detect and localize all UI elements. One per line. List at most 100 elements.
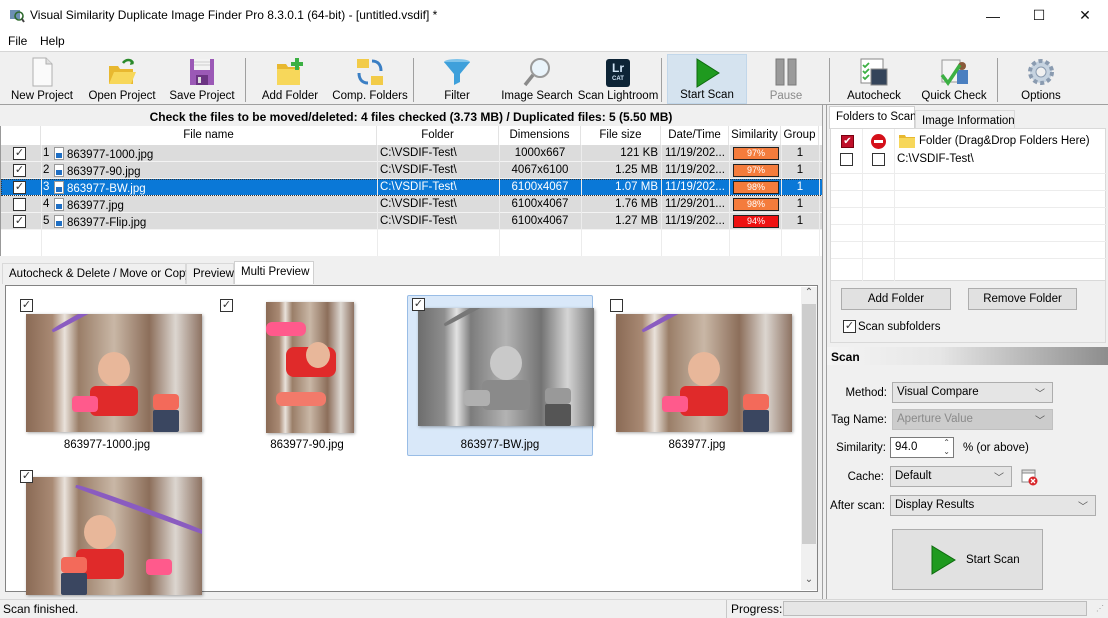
method-select[interactable]: Visual Compare ﹀ (892, 382, 1053, 403)
file-name-cell: 863977-90.jpg (54, 162, 374, 179)
folder-include-checkbox[interactable] (840, 153, 853, 166)
column-header-folder[interactable]: Folder (377, 126, 499, 145)
row-checkbox[interactable]: ✓ (13, 147, 26, 160)
row-checkbox[interactable]: ✓ (13, 181, 26, 194)
column-header-check[interactable] (1, 126, 41, 145)
column-header-dimensions[interactable]: Dimensions (499, 126, 581, 145)
table-row[interactable]: ✓ 3 863977-BW.jpg C:\VSDIF-Test\ 6100x4067 1.… (1, 179, 823, 196)
row-checkbox[interactable]: ✓ (13, 215, 26, 228)
column-header-file-name[interactable]: File name (41, 126, 377, 145)
table-row[interactable]: 4 863977.jpg C:\VSDIF-Test\ 6100x4067 1.76 M… (1, 196, 823, 213)
group-cell: 1 (796, 215, 804, 227)
tab-autocheck-delete[interactable]: Autocheck & Delete / Move or Copy (2, 263, 191, 284)
autocheck-button[interactable]: Autocheck (840, 54, 908, 104)
similarity-label: Similarity: (836, 442, 886, 454)
chevron-down-icon: ﹀ (1078, 502, 1088, 513)
minimize-button[interactable]: — (970, 0, 1016, 31)
folder-path[interactable]: C:\VSDIF-Test\ (897, 153, 974, 165)
group-cell: 1 (796, 164, 804, 176)
row-checkbox[interactable] (13, 198, 26, 211)
scroll-up-arrow-icon[interactable]: ⌃ (801, 287, 817, 303)
folder-cell: C:\VSDIF-Test\ (380, 181, 457, 193)
open-project-button[interactable]: Open Project (86, 54, 158, 104)
similarity-bar: 94% (733, 215, 779, 228)
quick-check-button[interactable]: Quick Check (918, 54, 990, 104)
thumbnail[interactable]: ✓ (12, 465, 202, 595)
start-scan-toolbar-button[interactable]: Start Scan (667, 54, 747, 104)
tab-preview[interactable]: Preview (186, 263, 234, 284)
results-table: File name Folder Dimensions File size Da… (0, 126, 823, 256)
add-folder-button[interactable]: Add Folder (256, 54, 324, 104)
date-cell: 11/19/202... (665, 181, 725, 193)
gear-icon (1028, 59, 1054, 85)
table-row[interactable]: ✓ 1 863977-1000.jpg C:\VSDIF-Test\ 1000x667 1… (1, 145, 823, 162)
thumbnail-checkbox[interactable] (610, 299, 623, 312)
add-folder-icon (277, 58, 303, 85)
resize-grip-icon[interactable]: ⋰ (1096, 604, 1104, 613)
after-scan-select[interactable]: Display Results ﹀ (890, 495, 1096, 516)
cache-label: Cache: (847, 471, 884, 483)
close-button[interactable]: ✕ (1062, 0, 1108, 31)
similarity-bar: 98% (733, 181, 779, 194)
table-row[interactable]: ✓ 5 863977-Flip.jpg C:\VSDIF-Test\ 6100x4067… (1, 213, 823, 230)
row-checkbox[interactable]: ✓ (13, 164, 26, 177)
spinner-arrows-icon[interactable]: ⌃ ⌄ (943, 438, 950, 456)
scroll-thumb[interactable] (802, 304, 816, 544)
remove-folder-button[interactable]: Remove Folder (968, 288, 1077, 310)
tab-multi-preview[interactable]: Multi Preview (234, 261, 314, 284)
save-project-button[interactable]: Save Project (166, 54, 238, 104)
thumbnail-checkbox[interactable]: ✓ (412, 298, 425, 311)
filter-button[interactable]: Filter (428, 54, 486, 104)
thumbnail-checkbox[interactable]: ✓ (20, 299, 33, 312)
thumbnail[interactable]: ✓ 863977-90.jpg (212, 294, 402, 458)
similarity-bar: 97% (733, 147, 779, 160)
start-scan-button[interactable]: Start Scan (892, 529, 1043, 590)
cache-select[interactable]: Default ﹀ (890, 466, 1012, 487)
similarity-spinner[interactable]: 94.0 ⌃ ⌄ (890, 437, 954, 458)
folder-exclude-checkbox[interactable] (872, 153, 885, 166)
thumbnail-checkbox[interactable]: ✓ (220, 299, 233, 312)
add-folder-button-panel[interactable]: Add Folder (841, 288, 951, 310)
compare-folders-icon (357, 59, 383, 85)
thumbnail-image (26, 477, 202, 595)
menu-help[interactable]: Help (40, 34, 65, 48)
compare-folders-button[interactable]: Comp. Folders (332, 54, 408, 104)
folder-cell: C:\VSDIF-Test\ (380, 147, 457, 159)
thumbnail[interactable]: ✓ 863977-1000.jpg (12, 294, 202, 458)
maximize-button[interactable]: ☐ (1016, 0, 1062, 31)
exclude-icon[interactable] (871, 134, 886, 149)
column-header-group[interactable]: Group (781, 126, 819, 145)
column-header-similarity[interactable]: Similarity (729, 126, 781, 145)
scan-lightroom-button[interactable]: Lr CAT Scan Lightroom (578, 54, 658, 104)
tab-folders-to-scan[interactable]: Folders to Scan (829, 106, 917, 129)
thumbnail-caption: 863977-90.jpg (270, 439, 344, 451)
clear-cache-icon[interactable] (1021, 468, 1039, 486)
table-row[interactable]: ✓ 2 863977-90.jpg C:\VSDIF-Test\ 4067x6100 1.… (1, 162, 823, 179)
tag-name-select[interactable]: Aperture Value ﹀ (892, 409, 1053, 430)
minimize-icon: — (986, 7, 1000, 24)
thumbnail[interactable]: 863977.jpg (602, 294, 792, 458)
column-header-file-size[interactable]: File size (581, 126, 661, 145)
file-size-cell: 1.07 MB (615, 181, 658, 193)
toolbar-separator (997, 58, 998, 102)
quick-check-icon (940, 59, 968, 87)
options-button[interactable]: Options (1010, 54, 1072, 104)
chevron-down-icon: ﹀ (1035, 416, 1045, 427)
column-header-date[interactable]: Date/Time (661, 126, 729, 145)
file-size-cell: 1.25 MB (615, 164, 658, 176)
tab-image-information[interactable]: Image Information (915, 110, 1015, 129)
thumbnail[interactable]: ✓ 863977-BW.jpg (407, 295, 594, 456)
chevron-down-icon: ﹀ (1035, 389, 1045, 400)
preview-scrollbar[interactable]: ⌃ ⌄ (801, 287, 817, 590)
include-all-checkbox-icon[interactable]: ✔ (841, 135, 854, 148)
pause-button[interactable]: Pause (755, 54, 817, 104)
image-file-icon (54, 198, 64, 211)
scan-subfolders-checkbox[interactable]: ✓ (843, 320, 856, 333)
thumbnail-checkbox[interactable]: ✓ (20, 470, 33, 483)
window-title: Visual Similarity Duplicate Image Finder… (30, 8, 438, 22)
image-search-button[interactable]: Image Search (500, 54, 574, 104)
scroll-down-arrow-icon[interactable]: ⌄ (801, 574, 817, 590)
new-project-button[interactable]: New Project (6, 54, 78, 104)
menu-file[interactable]: File (8, 34, 27, 48)
image-file-icon (54, 181, 64, 194)
